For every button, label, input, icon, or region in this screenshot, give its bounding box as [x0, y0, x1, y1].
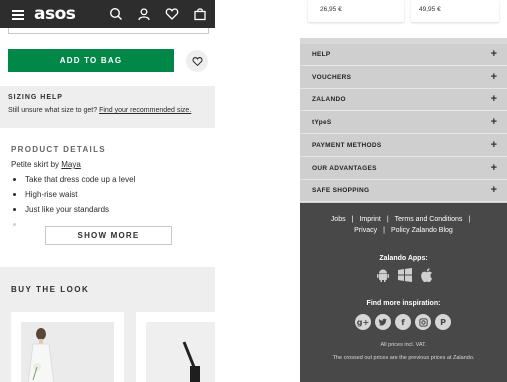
accordion-item-vouchers[interactable]: VOUCHERS + [300, 66, 507, 89]
price-label: 26,95 € [320, 6, 342, 13]
save-for-later-button[interactable] [186, 50, 208, 72]
accordion-item-payment-methods[interactable]: PAYMENT METHODS + [300, 134, 507, 157]
jobs-link[interactable]: Jobs [331, 214, 346, 225]
footer-links: Jobs | Imprint | Terms and Conditions | Priva… [330, 214, 471, 236]
accordion-item-types[interactable]: tYpeS + [300, 112, 507, 135]
buy-the-look-title: BUY THE LOOK [11, 285, 90, 294]
plus-icon: + [490, 70, 497, 83]
product-photo [146, 322, 215, 382]
imprint-link[interactable]: Imprint [359, 214, 380, 225]
terms-link[interactable]: Terms and Conditions [395, 214, 463, 225]
bag-icon[interactable] [193, 7, 207, 21]
plus-icon: + [490, 161, 497, 174]
inspiration-title: Find more inspiration: [366, 300, 441, 307]
zalando-mobile-page: 26,95 € 49,95 € HELP + VOUCHERS + ZALANDO +… [300, 0, 507, 382]
plus-icon: + [490, 93, 497, 106]
search-icon[interactable] [109, 7, 123, 21]
sizing-help-text: Still unsure what size to get? Find your… [8, 107, 192, 114]
privacy-link[interactable]: Privacy [354, 225, 377, 236]
google-plus-icon[interactable]: g+ [355, 314, 371, 330]
product-price-row: 26,95 € 49,95 € [300, 0, 507, 38]
buy-the-look-section: BUY THE LOOK [0, 267, 215, 382]
product-details-title: PRODUCT DETAILS [11, 145, 106, 154]
twitter-icon[interactable] [375, 314, 391, 330]
facebook-icon[interactable]: f [395, 314, 411, 330]
footer-accordion: HELP + VOUCHERS + ZALANDO + tYpeS + PAYMENT … [300, 44, 507, 203]
asos-mobile-page: asos ADD TO BAG SIZING HELP Still unsure… [0, 0, 215, 382]
apple-icon[interactable] [419, 267, 435, 283]
vat-note: All prices incl. VAT. [380, 342, 427, 348]
list-item: Take that dress code up a level [11, 175, 135, 190]
zalando-footer: Jobs | Imprint | Terms and Conditions | Priva… [300, 203, 507, 382]
recommended-size-link[interactable]: Find your recommended size. [99, 107, 191, 114]
list-item: High-rise waist [11, 190, 135, 205]
heart-icon [192, 56, 202, 66]
plus-icon: + [490, 184, 497, 197]
accordion-item-our-advantages[interactable]: OUR ADVANTAGES + [300, 157, 507, 180]
android-icon[interactable] [375, 267, 391, 283]
sizing-help-box: SIZING HELP Still unsure what size to ge… [0, 86, 215, 128]
price-card[interactable]: 26,95 € [308, 0, 404, 22]
price-label: 49,95 € [419, 6, 441, 13]
sizing-help-title: SIZING HELP [8, 94, 63, 101]
product-name: Petite skirt by Maya [11, 160, 81, 169]
crossed-prices-note: The crossed out prices are the previous … [332, 355, 475, 361]
plus-icon: + [490, 116, 497, 129]
pinterest-icon[interactable]: P [435, 314, 451, 330]
account-icon[interactable] [137, 7, 151, 21]
plus-icon: + [490, 48, 497, 60]
accordion-item-zalando[interactable]: ZALANDO + [300, 89, 507, 112]
windows-icon[interactable] [397, 267, 413, 283]
app-icons [375, 267, 435, 283]
instagram-icon[interactable] [415, 314, 431, 330]
plus-icon: + [490, 138, 497, 151]
policy-blog-link[interactable]: Policy Zalando Blog [391, 225, 453, 236]
saved-items-icon[interactable] [165, 7, 179, 21]
asos-header: asos [0, 0, 215, 28]
look-product-card[interactable] [136, 312, 215, 382]
social-icons: g+ f P [355, 314, 451, 330]
look-product-card[interactable] [11, 312, 124, 382]
asos-logo[interactable]: asos [34, 4, 76, 24]
show-more-button[interactable]: SHOW MORE [45, 226, 172, 245]
add-to-bag-button[interactable]: ADD TO BAG [8, 49, 174, 72]
model-photo [21, 322, 114, 382]
list-item: Just like your standards [11, 205, 135, 220]
price-card[interactable]: 49,95 € [411, 0, 499, 22]
size-select[interactable] [8, 28, 209, 34]
brand-link[interactable]: Maya [61, 160, 81, 169]
accordion-item-help[interactable]: HELP + [300, 44, 507, 66]
accordion-item-safe-shopping[interactable]: SAFE SHOPPING + [300, 180, 507, 203]
apps-title: Zalando Apps: [379, 255, 428, 262]
menu-icon[interactable] [12, 10, 24, 20]
